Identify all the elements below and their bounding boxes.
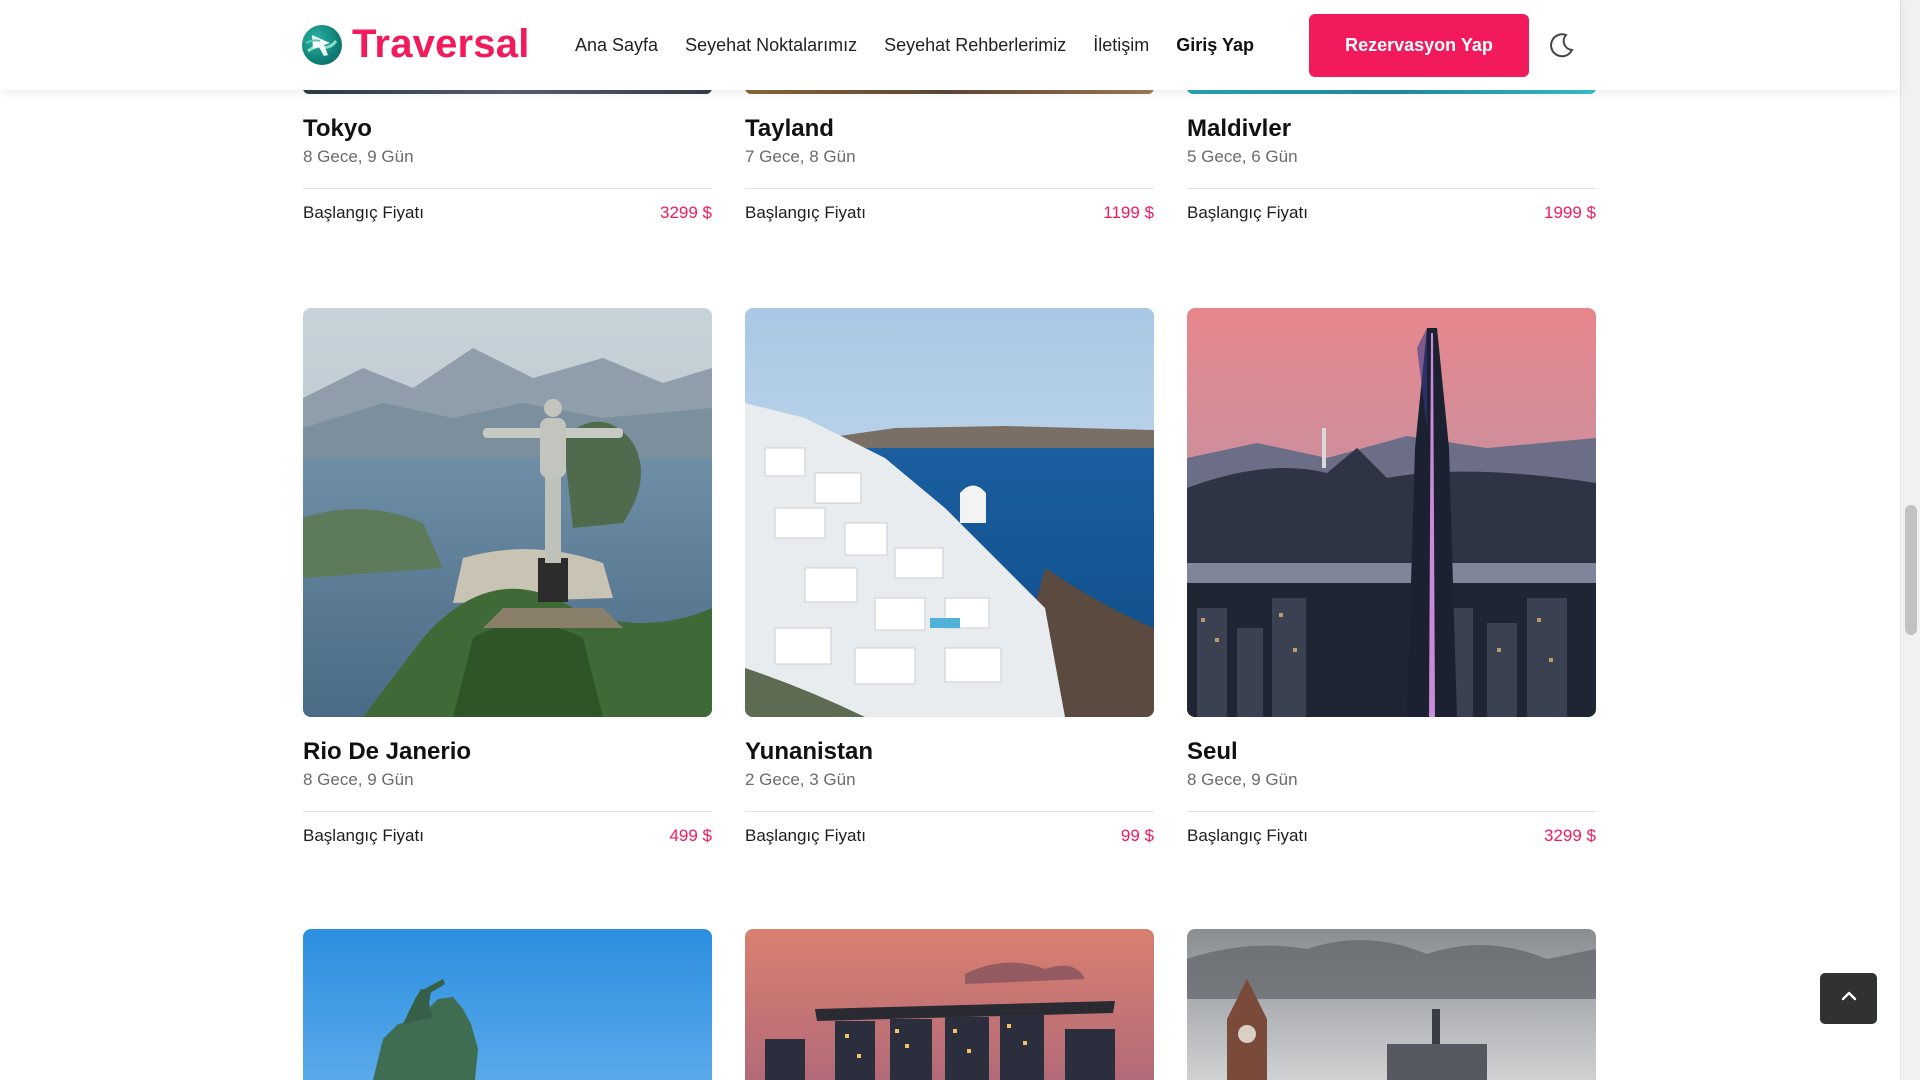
christ-the-redeemer-photo[interactable] — [303, 308, 712, 717]
back-to-top-button[interactable] — [1820, 973, 1877, 1024]
price-label: Başlangıç Fiyatı — [1187, 203, 1308, 222]
price-label: Başlangıç Fiyatı — [303, 203, 424, 222]
card-title[interactable]: Maldivler — [1187, 114, 1596, 144]
nav-link-home[interactable]: Ana Sayfa — [575, 35, 658, 56]
price-value: 1999 $ — [1544, 203, 1596, 222]
site-header: Traversal Ana Sayfa Seyehat Noktalarımız… — [0, 0, 1900, 90]
destination-card-bottom-3[interactable] — [1187, 929, 1596, 1080]
price-value: 99 $ — [1120, 826, 1154, 845]
price-label: Başlangıç Fiyatı — [303, 826, 424, 845]
reservation-button[interactable]: Rezervasyon Yap — [1309, 14, 1529, 77]
page-scrollbar[interactable] — [1900, 0, 1920, 1080]
card-footer: Başlangıç Fiyatı 3299 $ — [303, 203, 712, 223]
card-title[interactable]: Tayland — [745, 114, 1154, 144]
price-value: 1199 $ — [1103, 203, 1154, 222]
price-value: 499 $ — [669, 826, 712, 845]
seoul-skyline-photo[interactable] — [1187, 308, 1596, 717]
card-footer: Başlangıç Fiyatı 1999 $ — [1187, 203, 1596, 223]
card-footer: Başlangıç Fiyatı 499 $ — [303, 826, 712, 846]
nav-link-guides[interactable]: Seyehat Rehberlerimiz — [884, 35, 1066, 56]
main-nav: Ana Sayfa Seyehat Noktalarımız Seyehat R… — [575, 0, 1254, 90]
chevron-up-icon — [1839, 986, 1859, 1011]
price-label: Başlangıç Fiyatı — [1187, 826, 1308, 845]
card-duration: 8 Gece, 9 Gün — [303, 147, 414, 166]
card-title[interactable]: Rio De Janerio — [303, 737, 712, 767]
destination-card-seoul[interactable]: Seul 8 Gece, 9 Gün Başlangıç Fiyatı 3299… — [1187, 308, 1596, 846]
card-duration: 8 Gece, 9 Gün — [303, 770, 414, 789]
destination-card-thailand[interactable]: Tayland 7 Gece, 8 Gün Başlangıç Fiyatı 1… — [745, 97, 1154, 223]
card-divider — [745, 811, 1154, 812]
moon-icon[interactable] — [1547, 30, 1577, 60]
destination-card-rio[interactable]: Rio De Janerio 8 Gece, 9 Gün Başlangıç F… — [303, 308, 712, 846]
card-divider — [1187, 811, 1596, 812]
destination-card-bottom-2[interactable] — [745, 929, 1154, 1080]
scrollbar-thumb[interactable] — [1905, 505, 1917, 635]
card-title[interactable]: Yunanistan — [745, 737, 1154, 767]
card-divider — [303, 188, 712, 189]
nav-link-contact[interactable]: İletişim — [1093, 35, 1149, 56]
card-divider — [745, 188, 1154, 189]
card-footer: Başlangıç Fiyatı 99 $ — [745, 826, 1154, 846]
card-duration: 2 Gece, 3 Gün — [745, 770, 856, 789]
plane-globe-icon — [302, 24, 342, 65]
price-label: Başlangıç Fiyatı — [745, 203, 866, 222]
card-duration: 8 Gece, 9 Gün — [1187, 770, 1298, 789]
destination-card-bottom-1[interactable] — [303, 929, 712, 1080]
clock-tower-photo[interactable] — [1187, 929, 1596, 1080]
destination-card-tokyo[interactable]: Tokyo 8 Gece, 9 Gün Başlangıç Fiyatı 329… — [303, 97, 712, 223]
card-divider — [1187, 188, 1596, 189]
equestrian-statue-photo[interactable] — [303, 929, 712, 1080]
marina-bay-sands-photo[interactable] — [745, 929, 1154, 1080]
card-divider — [303, 811, 712, 812]
card-title[interactable]: Tokyo — [303, 114, 712, 144]
card-duration: 5 Gece, 6 Gün — [1187, 147, 1298, 166]
destination-card-greece[interactable]: Yunanistan 2 Gece, 3 Gün Başlangıç Fiyat… — [745, 308, 1154, 846]
card-footer: Başlangıç Fiyatı 1199 $ — [745, 203, 1154, 223]
card-duration: 7 Gece, 8 Gün — [745, 147, 856, 166]
brand-logo[interactable]: Traversal — [302, 22, 530, 67]
price-label: Başlangıç Fiyatı — [745, 826, 866, 845]
santorini-photo[interactable] — [745, 308, 1154, 717]
brand-name: Traversal — [352, 22, 530, 66]
card-footer: Başlangıç Fiyatı 3299 $ — [1187, 826, 1596, 846]
nav-link-login[interactable]: Giriş Yap — [1176, 35, 1254, 56]
price-value: 3299 $ — [660, 203, 712, 222]
card-title[interactable]: Seul — [1187, 737, 1596, 767]
price-value: 3299 $ — [1544, 826, 1596, 845]
nav-link-destinations[interactable]: Seyehat Noktalarımız — [685, 35, 857, 56]
destination-card-maldives[interactable]: Maldivler 5 Gece, 6 Gün Başlangıç Fiyatı… — [1187, 97, 1596, 223]
